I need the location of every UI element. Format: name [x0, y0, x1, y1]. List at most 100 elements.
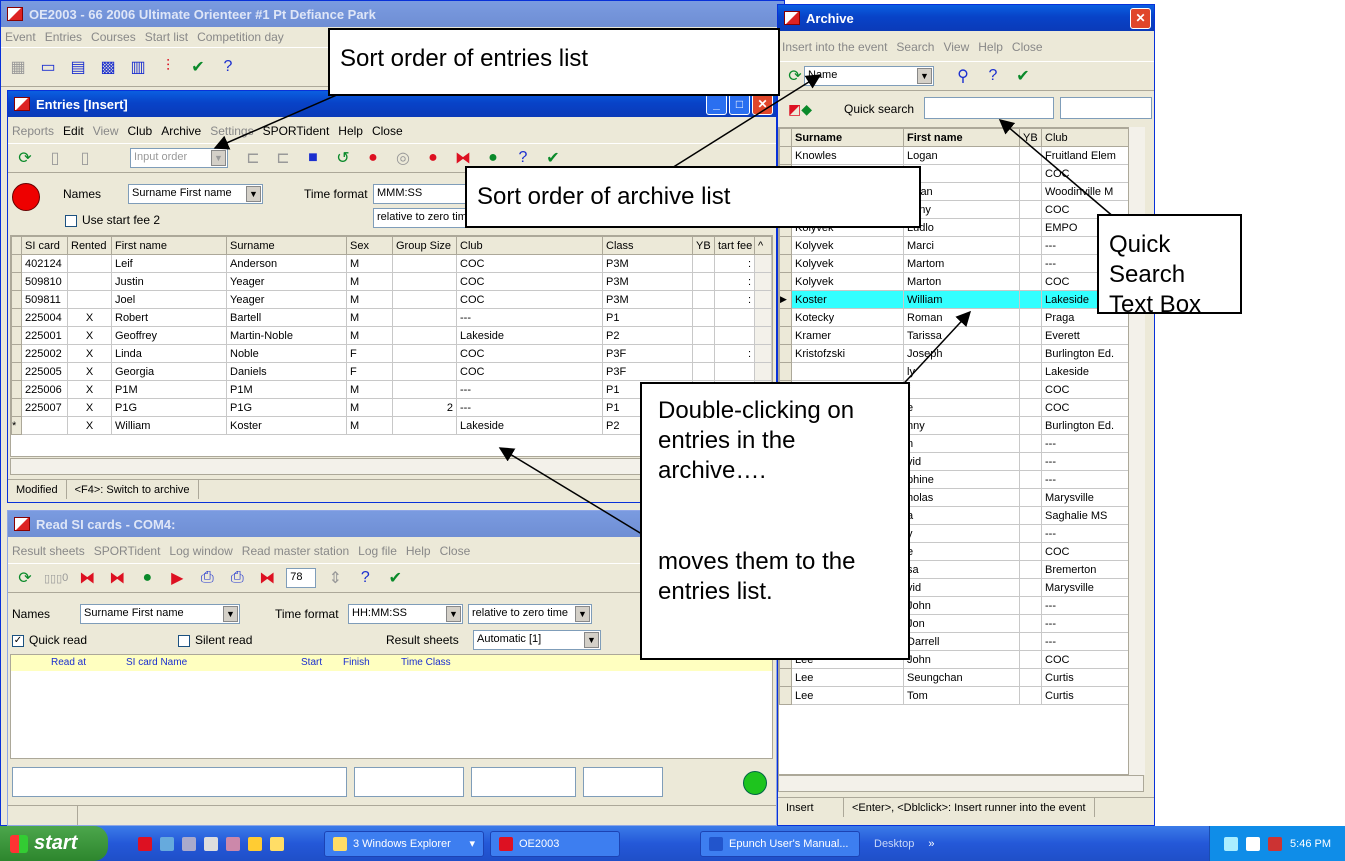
row-indicator[interactable]	[11, 272, 22, 291]
entries-cell-club[interactable]: ---	[456, 398, 603, 417]
browser-quicklaunch-icon[interactable]	[182, 836, 196, 851]
entries-cell-si[interactable]: 225001	[21, 326, 68, 345]
entries-cell-class[interactable]: P3M	[602, 254, 693, 273]
entries-cell-class[interactable]: P2	[602, 326, 693, 345]
archive-cell-yb[interactable]	[1019, 524, 1042, 543]
archive-cell-first[interactable]: John	[903, 596, 1020, 615]
entries-cell-group[interactable]	[392, 254, 457, 273]
archive-row[interactable]: Kotecky Roman Praga	[779, 308, 1143, 327]
row-indicator[interactable]	[779, 254, 792, 273]
chart-quicklaunch-icon[interactable]	[248, 836, 262, 851]
print-preview-icon[interactable]: ⎙	[226, 567, 248, 589]
quick-read-checkbox[interactable]: ✓ Quick read	[12, 633, 87, 647]
entries-cell-si[interactable]	[21, 416, 68, 435]
archive-cell-yb[interactable]	[1019, 560, 1042, 579]
archive-cell-yb[interactable]	[1019, 182, 1042, 201]
search-icon[interactable]: ⚲	[952, 65, 974, 87]
entries-cell-fee[interactable]: :	[714, 254, 755, 273]
entries-cell-first[interactable]: P1G	[111, 398, 227, 417]
column-header[interactable]: Group Size	[392, 236, 457, 255]
undo-icon[interactable]: ↺	[332, 147, 354, 169]
entries-cell-rented[interactable]: X	[67, 308, 112, 327]
ok-icon[interactable]: ✔	[1012, 65, 1034, 87]
archive-row[interactable]: Kristofzski Joseph Burlington Ed.	[779, 344, 1143, 363]
row-indicator[interactable]	[779, 686, 792, 705]
scroll-track[interactable]	[754, 326, 772, 345]
entries-cell-rented[interactable]: X	[67, 362, 112, 381]
map-icon[interactable]: ▩	[97, 56, 119, 78]
archive-cell-surname[interactable]: Kristofzski	[791, 344, 904, 363]
entries-row[interactable]: 509811 Joel Yeager M COC P3M:	[11, 290, 772, 309]
archive-cell-yb[interactable]	[1019, 254, 1042, 273]
entries-cell-si[interactable]: 509810	[21, 272, 68, 291]
network-icon[interactable]	[1224, 836, 1239, 851]
ie-quicklaunch-icon[interactable]	[160, 836, 174, 851]
main-menu-competition-day[interactable]: Competition day	[197, 30, 284, 44]
archive-cell-first[interactable]: e	[903, 398, 1020, 417]
si-card-icon[interactable]: ⧓	[106, 567, 128, 589]
entries-cell-fee[interactable]	[714, 308, 755, 327]
help-icon[interactable]: ?	[217, 56, 239, 78]
column-header[interactable]: tart fee	[714, 236, 755, 255]
calendar-icon[interactable]: ▤	[67, 56, 89, 78]
archive-row[interactable]: Kolyvek Marci ---	[779, 236, 1143, 255]
entries-cell-surname[interactable]: P1M	[226, 380, 347, 399]
entries-cell-fee[interactable]	[714, 362, 755, 381]
archive-cell-first[interactable]: a	[903, 506, 1020, 525]
entries-cell-rented[interactable]: X	[67, 344, 112, 363]
entries-cell-surname[interactable]: Yeager	[226, 272, 347, 291]
entries-row[interactable]: 225004 X Robert Bartell M --- P1	[11, 308, 772, 327]
archive-cell-surname[interactable]: Lee	[791, 686, 904, 705]
main-menu-entries[interactable]: Entries	[45, 30, 82, 44]
archive-sort-combo[interactable]: Name ▼	[804, 66, 934, 86]
print-icon[interactable]: ⎙	[196, 567, 218, 589]
entries-row[interactable]: 225001 X Geoffrey Martin-Noble M Lakeside P2	[11, 326, 772, 345]
column-header[interactable]: YB	[1019, 128, 1042, 147]
entries-cell-first[interactable]: P1M	[111, 380, 227, 399]
read-menu-read-master[interactable]: Read master station	[242, 544, 349, 558]
entries-cell-surname[interactable]: Noble	[226, 344, 347, 363]
spin-buttons[interactable]: ⇕	[324, 567, 346, 589]
entries-cell-class[interactable]: P1	[602, 308, 693, 327]
entries-cell-surname[interactable]: Bartell	[226, 308, 347, 327]
relative-combo[interactable]: relative to zero tim	[373, 208, 468, 228]
entries-cell-club[interactable]: COC	[456, 254, 603, 273]
row-indicator[interactable]: *	[11, 416, 22, 435]
refresh-icon[interactable]: ⟳	[784, 65, 806, 87]
entries-cell-sex[interactable]: M	[346, 380, 393, 399]
row-indicator[interactable]	[11, 398, 22, 417]
entries-cell-rented[interactable]	[67, 272, 112, 291]
current-row-arrow-icon[interactable]: ▶	[779, 290, 792, 309]
archive-cell-first[interactable]: Darrell	[903, 632, 1020, 651]
time-format-combo[interactable]: HH:MM:SS ▼	[348, 604, 463, 624]
help-icon[interactable]: ?	[982, 65, 1004, 87]
entries-cell-si[interactable]: 509811	[21, 290, 68, 309]
entries-cell-first[interactable]: Georgia	[111, 362, 227, 381]
archive-cell-first[interactable]: Marci	[903, 236, 1020, 255]
layout-icon[interactable]: ▦	[7, 56, 29, 78]
main-menu-courses[interactable]: Courses	[91, 30, 136, 44]
entries-cell-sex[interactable]: M	[346, 398, 393, 417]
row-indicator[interactable]	[11, 362, 22, 381]
row-indicator[interactable]	[779, 236, 792, 255]
entries-cell-group[interactable]	[392, 416, 457, 435]
entries-cell-rented[interactable]	[67, 290, 112, 309]
scroll-track[interactable]	[754, 344, 772, 363]
column-header[interactable]: Rented	[67, 236, 112, 255]
archive-cell-surname[interactable]: Knowles	[791, 146, 904, 165]
archive-cell-yb[interactable]	[1019, 218, 1042, 237]
archive-cell-yb[interactable]	[1019, 686, 1042, 705]
ok-icon[interactable]: ✔	[384, 567, 406, 589]
refresh-icon[interactable]: ⟳	[14, 567, 36, 589]
archive-cell-yb[interactable]	[1019, 398, 1042, 417]
task-oe2003[interactable]: OE2003	[490, 830, 620, 857]
entries-cell-rented[interactable]	[67, 254, 112, 273]
archive-close-button[interactable]: ✕	[1130, 7, 1151, 29]
archive-cell-surname[interactable]: Kotecky	[791, 308, 904, 327]
archive-menu-insert[interactable]: Insert into the event	[782, 40, 887, 54]
main-menu-start-list[interactable]: Start list	[145, 30, 188, 44]
read-menu-result-sheets[interactable]: Result sheets	[12, 544, 85, 558]
entries-cell-club[interactable]: Lakeside	[456, 416, 603, 435]
entries-cell-club[interactable]: COC	[456, 290, 603, 309]
archive-cell-first[interactable]: Seungchan	[903, 668, 1020, 687]
